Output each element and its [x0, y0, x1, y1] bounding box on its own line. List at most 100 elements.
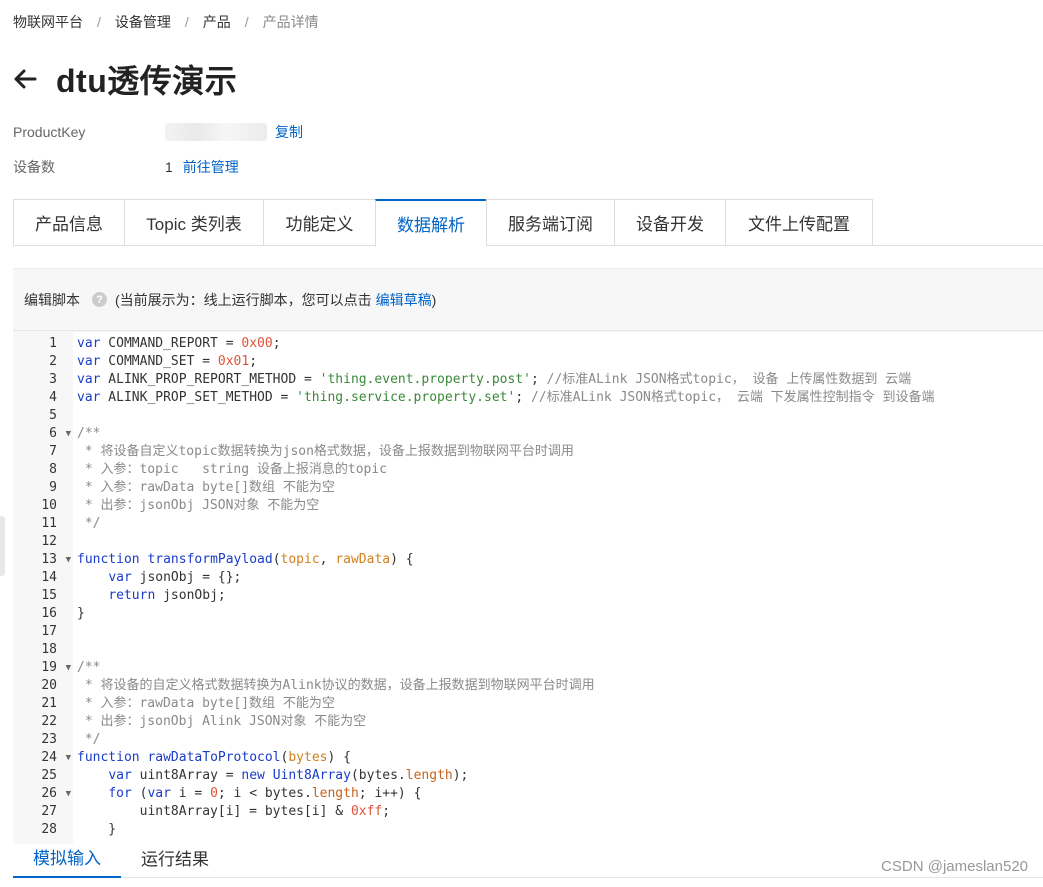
product-key-row: ProductKey 复制 [13, 122, 303, 142]
tab-product-info[interactable]: 产品信息 [13, 199, 124, 246]
line-number: 24 ▼ [41, 749, 71, 767]
back-arrow-icon[interactable] [12, 66, 38, 92]
fold-toggle-icon[interactable]: ▼ [66, 659, 71, 677]
breadcrumb-iot-platform[interactable]: 物联网平台 [13, 12, 83, 32]
breadcrumb-device-management[interactable]: 设备管理 [115, 12, 171, 32]
tab-topic-list[interactable]: Topic 类列表 [124, 199, 263, 246]
code-editor[interactable]: 1 2 3 4 5 6 ▼ 7 8 9 10 11 12 13 ▼ 14 15 16 17 18 19 ▼ 20 21 22 23… [13, 332, 1043, 844]
tab-file-upload-config[interactable]: 文件上传配置 [725, 199, 873, 246]
line-number: 5 [49, 408, 57, 423]
code-line[interactable]: * 入参：topic string 设备上报消息的topic [77, 461, 1043, 479]
line-number-gutter: 1 2 3 4 5 6 ▼ 7 8 9 10 11 12 13 ▼ 14 15 16 17 18 19 ▼ 20 21 22 23… [13, 332, 73, 844]
code-line[interactable]: * 将设备的自定义格式数据转换为Alink协议的数据，设备上报数据到物联网平台时… [77, 677, 1043, 695]
code-line[interactable] [77, 407, 1043, 425]
line-number: 27 [41, 804, 57, 819]
line-number: 9 [49, 480, 57, 495]
breadcrumb-separator: / [244, 14, 249, 30]
fold-toggle-icon[interactable]: ▼ [66, 785, 71, 803]
copy-link[interactable]: 复制 [275, 122, 303, 142]
line-number: 14 [41, 570, 57, 585]
code-line[interactable]: * 将设备自定义topic数据转换为json格式数据，设备上报数据到物联网平台时… [77, 443, 1043, 461]
line-number: 10 [41, 498, 57, 513]
code-line[interactable]: function rawDataToProtocol(bytes) { [77, 749, 1043, 767]
code-line[interactable]: var ALINK_PROP_SET_METHOD = 'thing.servi… [77, 389, 1043, 407]
line-number: 12 [41, 534, 57, 549]
code-line[interactable]: */ [77, 731, 1043, 749]
line-number: 20 [41, 678, 57, 693]
line-number: 17 [41, 624, 57, 639]
code-line[interactable]: * 出参：jsonObj JSON对象 不能为空 [77, 497, 1043, 515]
code-line[interactable]: for (var i = 0; i < bytes.length; i++) { [77, 785, 1043, 803]
breadcrumb-product[interactable]: 产品 [203, 12, 231, 32]
device-count-value: 1 [165, 159, 173, 175]
code-line[interactable] [77, 623, 1043, 641]
device-count-label: 设备数 [13, 159, 55, 175]
line-number: 25 [41, 768, 57, 783]
editor-panel: 编辑脚本 ? (当前展示为：线上运行脚本，您可以点击 编辑草稿 ) 123456… [13, 268, 1043, 844]
page-title: dtu透传演示 [56, 63, 238, 99]
tab-run-result[interactable]: 运行结果 [121, 836, 229, 878]
side-scroll-handle[interactable] [0, 516, 5, 576]
line-number: 1 [49, 336, 57, 351]
line-number: 6 ▼ [49, 425, 71, 443]
product-key-value-masked [165, 123, 267, 141]
line-number: 22 [41, 714, 57, 729]
line-number: 7 [49, 444, 57, 459]
editor-header: 编辑脚本 ? (当前展示为：线上运行脚本，您可以点击 编辑草稿 ) [13, 269, 1043, 331]
line-number: 3 [49, 372, 57, 387]
code-line[interactable]: /** [77, 425, 1043, 443]
tab-simulated-input[interactable]: 模拟输入 [13, 836, 121, 878]
line-number: 18 [41, 642, 57, 657]
code-line[interactable]: /** [77, 659, 1043, 677]
fold-toggle-icon[interactable]: ▼ [66, 749, 71, 767]
code-line[interactable]: * 出参：jsonObj Alink JSON对象 不能为空 [77, 713, 1043, 731]
breadcrumb-separator: / [184, 14, 189, 30]
line-number: 23 [41, 732, 57, 747]
breadcrumb-separator: / [97, 14, 101, 30]
watermark: CSDN @jameslan520 [881, 858, 1028, 875]
code-line[interactable]: var uint8Array = new Uint8Array(bytes.le… [77, 767, 1043, 785]
product-tabs: 产品信息 Topic 类列表 功能定义 数据解析 服务端订阅 设备开发 文件上传… [13, 199, 1043, 247]
code-line[interactable]: } [77, 605, 1043, 623]
code-line[interactable]: var ALINK_PROP_REPORT_METHOD = 'thing.ev… [77, 371, 1043, 389]
editor-note-suffix: ) [431, 291, 437, 308]
code-line[interactable]: var jsonObj = {}; [77, 569, 1043, 587]
line-number: 8 [49, 462, 57, 477]
tab-function-definition[interactable]: 功能定义 [263, 199, 375, 246]
code-line[interactable]: var COMMAND_REPORT = 0x00; [77, 335, 1043, 353]
code-line[interactable]: */ [77, 515, 1043, 533]
line-number: 21 [41, 696, 57, 711]
fold-toggle-icon[interactable]: ▼ [66, 425, 71, 443]
code-line[interactable]: return jsonObj; [77, 587, 1043, 605]
tab-server-subscription[interactable]: 服务端订阅 [486, 199, 614, 246]
code-line[interactable]: * 入参：rawData byte[]数组 不能为空 [77, 479, 1043, 497]
line-number: 26 ▼ [41, 785, 71, 803]
line-number: 11 [41, 516, 57, 531]
tab-data-parsing[interactable]: 数据解析 [375, 199, 486, 247]
product-key-label: ProductKey [13, 124, 86, 140]
code-line[interactable]: uint8Array[i] = bytes[i] & 0xff; [77, 803, 1043, 821]
tab-device-development[interactable]: 设备开发 [614, 199, 725, 246]
code-line[interactable] [77, 533, 1043, 551]
code-line[interactable]: var COMMAND_SET = 0x01; [77, 353, 1043, 371]
title-row: dtu透传演示 [12, 56, 237, 102]
line-number: 19 ▼ [41, 659, 71, 677]
code-line[interactable]: * 入参：rawData byte[]数组 不能为空 [77, 695, 1043, 713]
manage-devices-link[interactable]: 前往管理 [183, 157, 239, 177]
editor-note-prefix: (当前展示为：线上运行脚本，您可以点击 [115, 291, 372, 308]
line-number: 4 [49, 390, 57, 405]
code-content[interactable]: var COMMAND_REPORT = 0x00; var COMMAND_SE… [73, 332, 1043, 844]
line-number: 16 [41, 606, 57, 621]
breadcrumb-product-detail: 产品详情 [262, 14, 319, 30]
line-number: 2 [49, 354, 57, 369]
breadcrumb: 物联网平台 / 设备管理 / 产品 / 产品详情 [13, 12, 319, 32]
fold-toggle-icon[interactable]: ▼ [66, 551, 71, 569]
help-icon[interactable]: ? [92, 292, 107, 307]
line-number: 15 [41, 588, 57, 603]
device-count-row: 设备数 1 前往管理 [13, 157, 239, 177]
edit-draft-link[interactable]: 编辑草稿 [376, 290, 432, 310]
code-line[interactable]: function transformPayload(topic, rawData… [77, 551, 1043, 569]
code-line[interactable] [77, 641, 1043, 659]
editor-title: 编辑脚本 [24, 291, 80, 308]
line-number: 13 ▼ [41, 551, 71, 569]
